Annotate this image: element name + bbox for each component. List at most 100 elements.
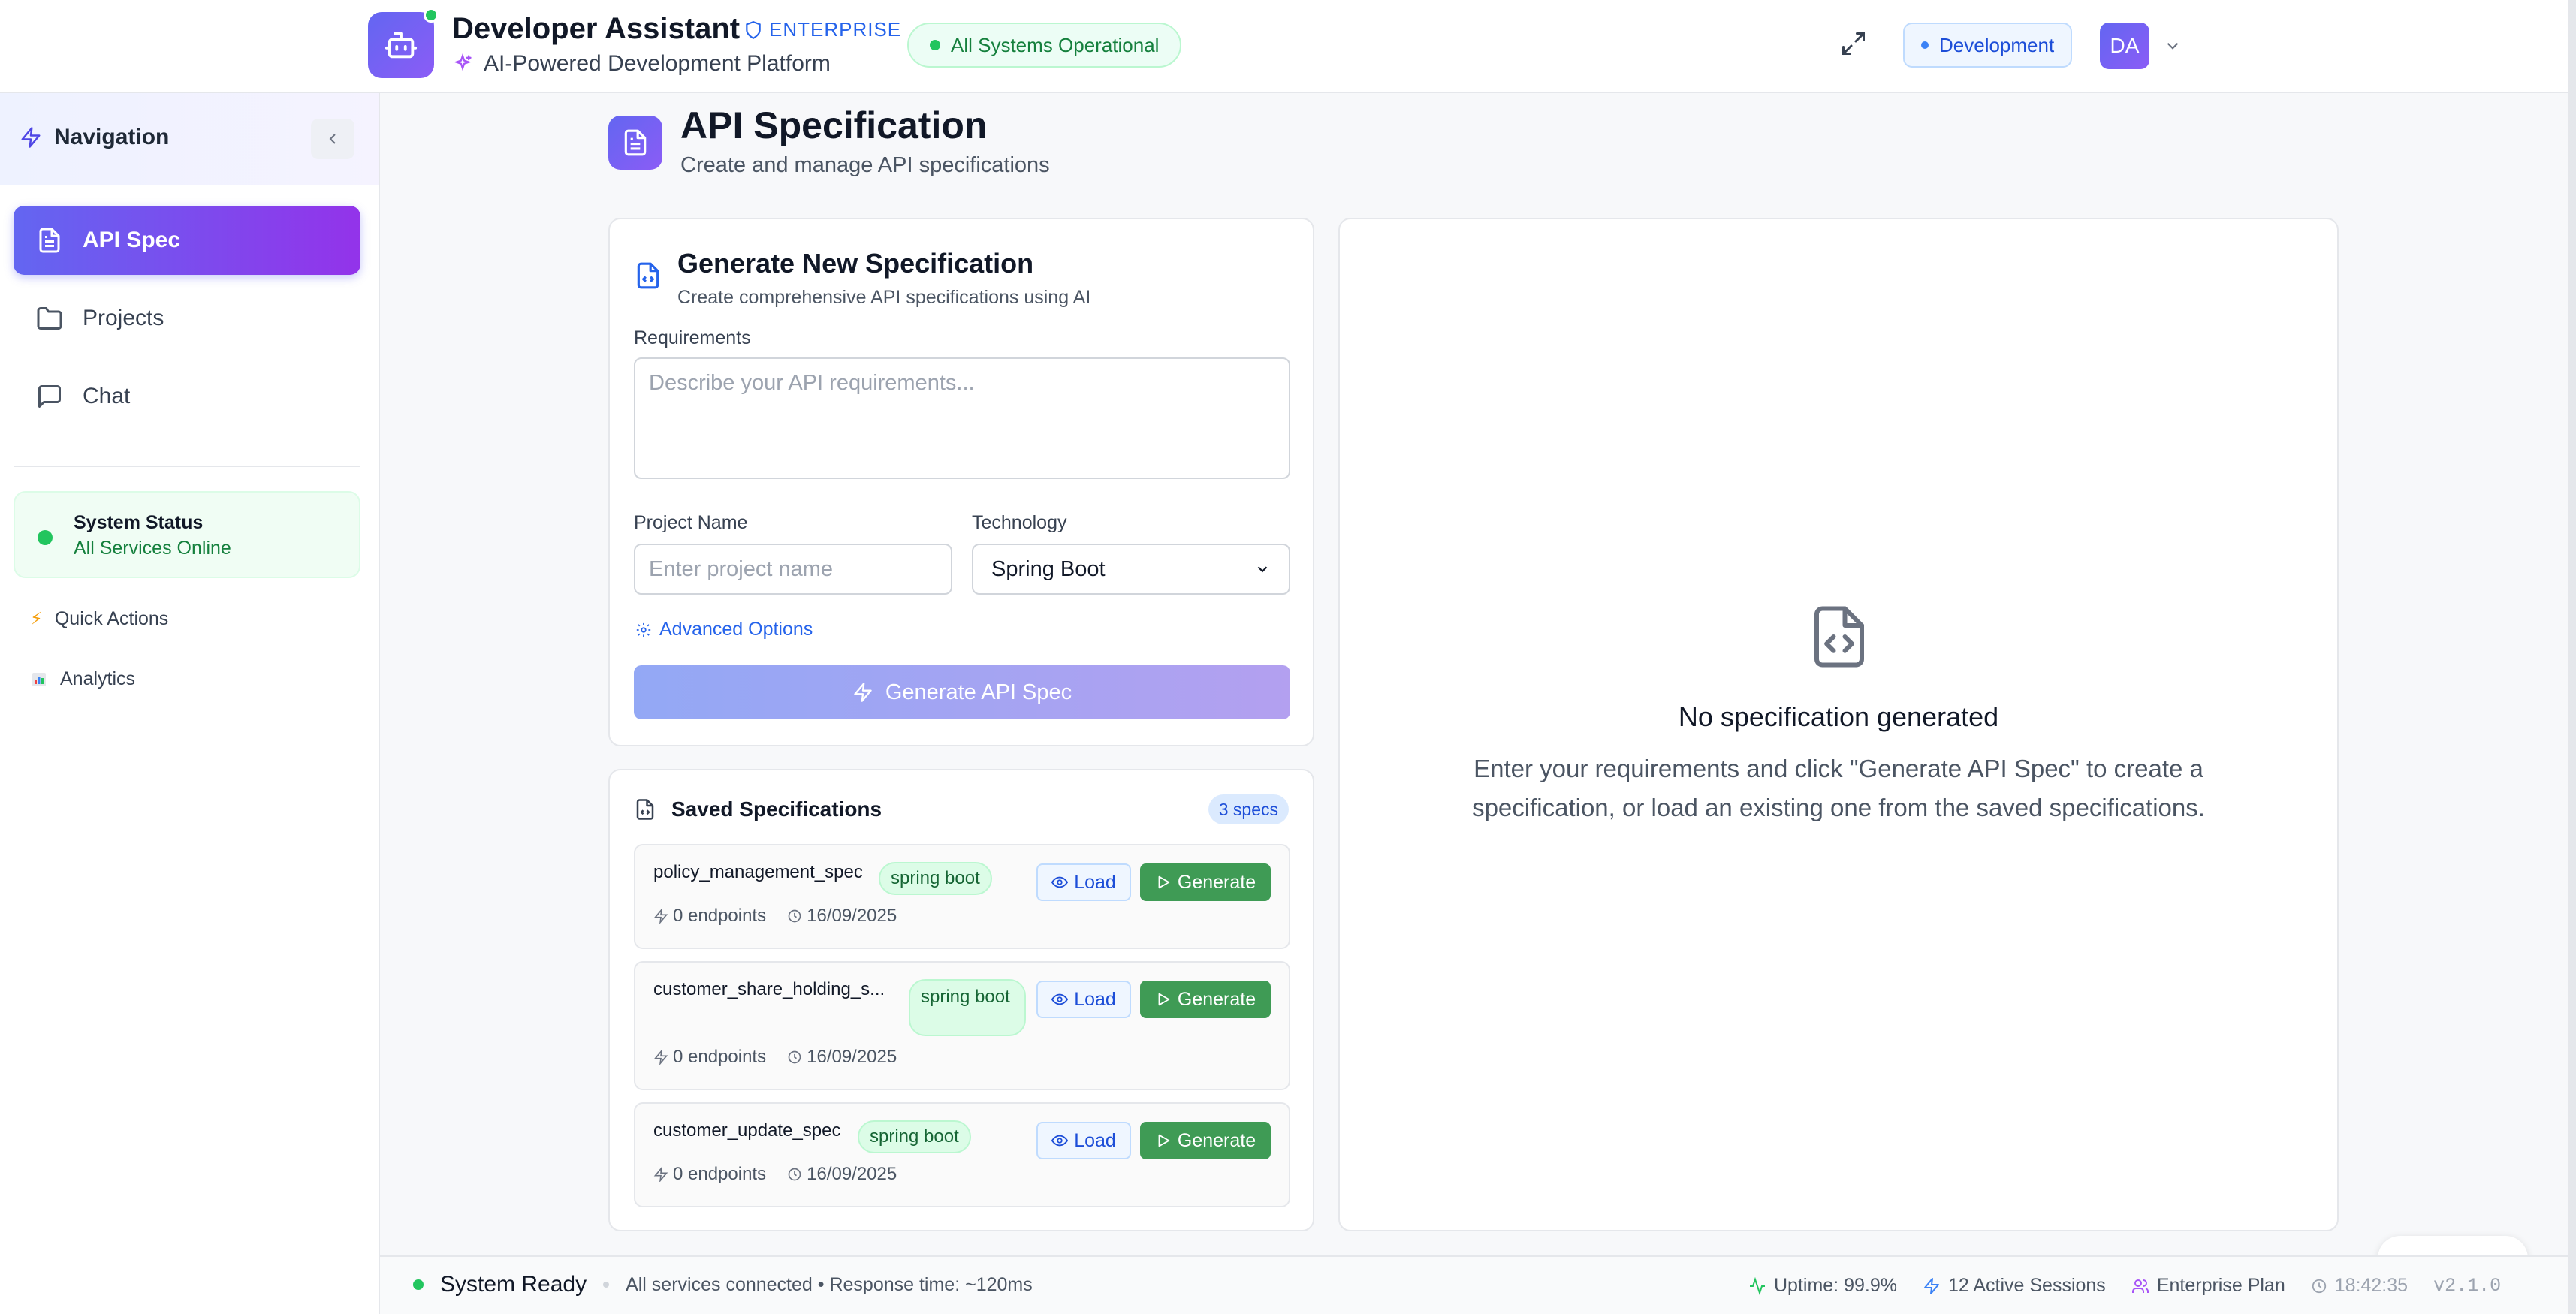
play-icon <box>1158 1134 1170 1147</box>
file-text-icon <box>39 228 60 253</box>
quick-actions-link[interactable]: ⚡ Quick Actions <box>30 608 168 630</box>
saved-specifications-header: Saved Specifications <box>634 797 882 821</box>
project-name-label: Project Name <box>634 512 748 533</box>
play-icon <box>1158 993 1170 1006</box>
spec-date: 16/09/2025 <box>807 906 897 926</box>
eye-icon <box>1051 1135 1069 1147</box>
load-label: Load <box>1074 988 1116 1010</box>
load-label: Load <box>1074 1129 1116 1151</box>
endpoint-count: 0 endpoints <box>673 1164 767 1184</box>
clock-metric: 18:42:35 <box>2311 1275 2408 1297</box>
generate-spec-card: Generate New Specification Create compre… <box>608 218 1314 746</box>
status-dot <box>413 1279 424 1290</box>
sidebar-item-label: Chat <box>83 384 131 408</box>
activity-icon <box>653 1167 668 1182</box>
status-footer: System Ready All services connected • Re… <box>380 1255 2568 1314</box>
spec-meta: 0 endpoints 16/09/2025 <box>653 906 897 927</box>
eye-icon <box>1051 993 1069 1005</box>
plan-metric: Enterprise Plan <box>2131 1275 2285 1297</box>
expand-icon <box>1842 32 1865 55</box>
plan-text: Enterprise Plan <box>2156 1275 2285 1296</box>
technology-label: Technology <box>972 512 1067 533</box>
sidebar-item-chat[interactable]: Chat <box>14 362 360 431</box>
generate-card-title: Generate New Specification <box>677 248 1034 279</box>
project-name-input[interactable] <box>634 544 952 595</box>
spec-name: customer_share_holding_s... <box>653 979 885 999</box>
online-indicator <box>424 8 439 23</box>
footer-status-text: System Ready <box>440 1272 587 1297</box>
generate-button[interactable]: Generate <box>1140 1122 1271 1159</box>
requirements-input[interactable] <box>634 357 1290 479</box>
empty-state-text: Enter your requirements and click "Gener… <box>1472 755 2205 821</box>
app-title: Developer Assistant <box>452 12 741 45</box>
quick-actions-label: Quick Actions <box>54 608 169 629</box>
app-logo <box>368 8 439 78</box>
user-menu-button[interactable] <box>2163 36 2182 56</box>
file-code-icon <box>637 262 659 289</box>
zap-icon <box>854 683 872 702</box>
tech-tag: spring boot <box>858 1120 971 1153</box>
environment-label: Development <box>1939 33 2055 56</box>
sidebar-item-label: Projects <box>83 306 164 330</box>
generate-button[interactable]: Generate <box>1140 863 1271 901</box>
file-code-icon <box>1814 606 1864 668</box>
analytics-label: Analytics <box>60 668 136 689</box>
file-code-icon <box>636 799 654 820</box>
footer-metrics: Uptime: 99.9% 12 Active Sessions Enterpr… <box>1748 1275 2501 1297</box>
generate-card-subtitle: Create comprehensive API specifications … <box>677 287 1091 308</box>
spec-date: 16/09/2025 <box>807 1164 897 1184</box>
empty-state-title: No specification generated <box>1678 701 1999 732</box>
app-subtitle-text: AI-Powered Development Platform <box>484 51 831 76</box>
message-square-icon <box>38 385 61 408</box>
technology-value: Spring Boot <box>991 556 1106 581</box>
endpoint-count: 0 endpoints <box>673 906 767 926</box>
system-status-card: System Status All Services Online <box>14 491 360 578</box>
chevron-left-icon <box>329 134 336 144</box>
generate-api-spec-button[interactable]: Generate API Spec <box>634 665 1290 719</box>
zap-icon <box>21 127 41 148</box>
generate-api-spec-label: Generate API Spec <box>885 680 1072 704</box>
saved-specifications-card: Saved Specifications 3 specs policy_mana… <box>608 769 1314 1231</box>
sidebar-title: Navigation <box>20 125 169 150</box>
footer-details: All services connected • Response time: … <box>626 1273 1033 1295</box>
collapse-sidebar-button[interactable] <box>311 119 354 159</box>
uptime-metric: Uptime: 99.9% <box>1748 1275 1897 1297</box>
generate-label: Generate <box>1177 1129 1256 1151</box>
tech-tag: spring boot <box>909 979 1026 1036</box>
sidebar-item-projects[interactable]: Projects <box>14 284 360 353</box>
generate-button[interactable]: Generate <box>1140 981 1271 1018</box>
tech-tag: spring boot <box>879 862 992 895</box>
time-text: 18:42:35 <box>2334 1275 2409 1296</box>
spec-date: 16/09/2025 <box>807 1047 897 1067</box>
system-status-pill: All Systems Operational <box>907 23 1182 68</box>
environment-dot <box>1921 41 1929 49</box>
load-button[interactable]: Load <box>1036 863 1131 901</box>
sidebar-item-api-spec[interactable]: API Spec <box>14 206 360 275</box>
shield-icon <box>746 20 761 39</box>
page-scrollbar[interactable] <box>2568 0 2576 1314</box>
page-title: API Specification <box>680 104 988 146</box>
page-subtitle: Create and manage API specifications <box>680 153 1050 177</box>
sidebar: Navigation API Spec Projects Chat System… <box>0 93 380 1314</box>
status-dot <box>930 40 940 50</box>
user-avatar[interactable]: DA <box>2100 23 2149 69</box>
sparkles-icon <box>454 53 472 71</box>
fullscreen-button[interactable] <box>1840 30 1867 57</box>
load-button[interactable]: Load <box>1036 1122 1131 1159</box>
clock-icon <box>788 1050 801 1064</box>
file-text-icon <box>624 129 647 156</box>
specification-preview-panel: No specification generated Enter your re… <box>1338 218 2339 1231</box>
folder-icon <box>37 307 62 330</box>
analytics-link[interactable]: Analytics <box>30 668 135 690</box>
environment-badge[interactable]: Development <box>1903 23 2073 68</box>
version-text: v2.1.0 <box>2433 1275 2502 1297</box>
enterprise-label: ENTERPRISE <box>769 18 902 41</box>
saved-specifications-title: Saved Specifications <box>671 797 882 821</box>
top-header: Developer Assistant ENTERPRISE AI-Powere… <box>0 0 2568 93</box>
activity-icon <box>653 1050 668 1065</box>
activity-icon <box>653 909 668 924</box>
status-card-subtitle: All Services Online <box>74 538 231 559</box>
technology-select[interactable]: Spring Boot <box>972 544 1290 595</box>
advanced-options-link[interactable]: Advanced Options <box>635 619 813 640</box>
load-button[interactable]: Load <box>1036 981 1131 1018</box>
